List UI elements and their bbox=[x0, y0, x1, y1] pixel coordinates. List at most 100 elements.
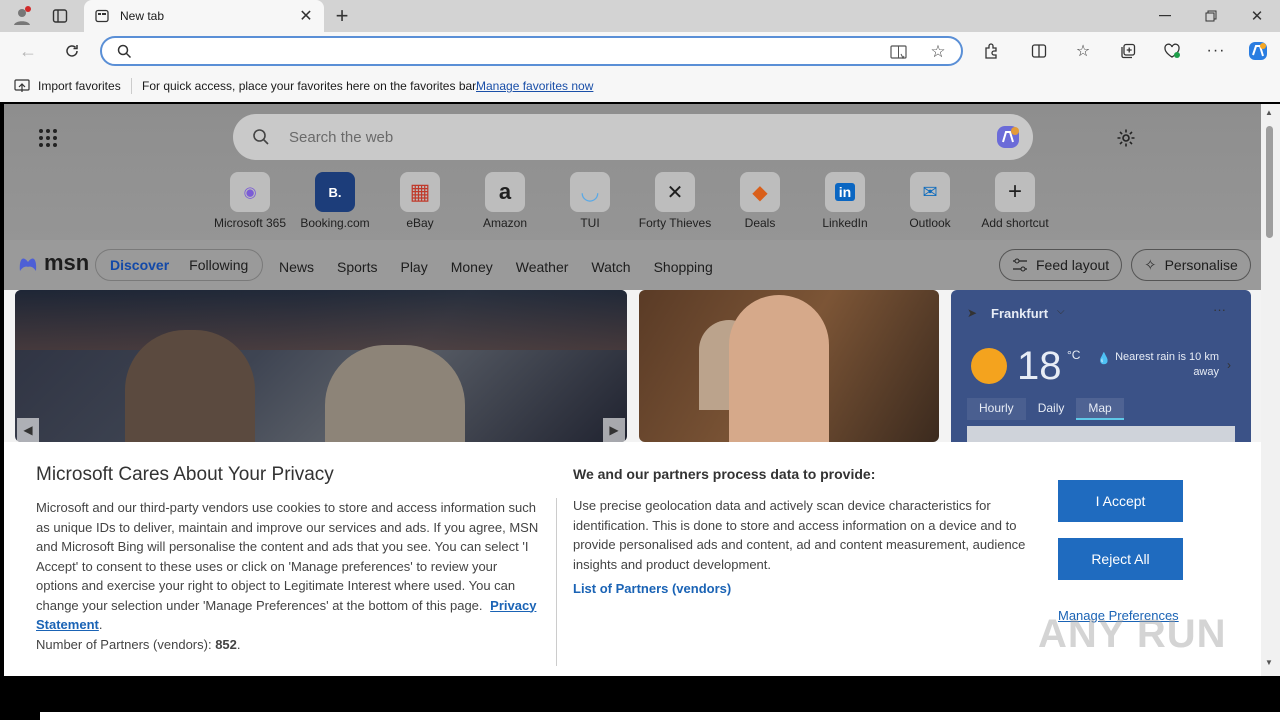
msn-logo[interactable]: msn bbox=[16, 250, 89, 276]
amazon-icon: a bbox=[485, 172, 525, 212]
scroll-down-icon[interactable]: ▼ bbox=[1265, 658, 1273, 667]
news-card-football[interactable]: ◀ ▶ bbox=[15, 290, 627, 442]
nav-shopping[interactable]: Shopping bbox=[654, 259, 713, 275]
quick-link-forty-thieves[interactable]: ✕ Forty Thieves bbox=[637, 172, 713, 230]
quick-link-microsoft-365[interactable]: ◉ Microsoft 365 bbox=[212, 172, 288, 230]
nav-sports[interactable]: Sports bbox=[337, 259, 377, 275]
web-search-box[interactable]: Search the web bbox=[233, 114, 1033, 160]
weather-more-icon[interactable]: ··· bbox=[1213, 302, 1226, 317]
privacy-right-body: Use precise geolocation data and activel… bbox=[573, 498, 1026, 572]
more-options-icon[interactable]: ··· bbox=[1205, 40, 1227, 62]
search-icon bbox=[116, 43, 132, 59]
quick-link-ebay[interactable]: ▦ eBay bbox=[382, 172, 458, 230]
quick-link-deals[interactable]: ◆ Deals bbox=[722, 172, 798, 230]
tab-strip: New tab ✕ + ✕ bbox=[0, 0, 1280, 32]
quick-link-linkedin[interactable]: in LinkedIn bbox=[807, 172, 883, 230]
back-icon[interactable]: ← bbox=[16, 40, 40, 62]
reject-all-button[interactable]: Reject All bbox=[1058, 538, 1183, 580]
close-tab-icon[interactable]: ✕ bbox=[298, 6, 314, 26]
linkedin-icon: in bbox=[825, 172, 865, 212]
quick-link-amazon[interactable]: a Amazon bbox=[467, 172, 543, 230]
scrollbar-thumb[interactable] bbox=[1266, 126, 1273, 238]
settings-gear-icon[interactable] bbox=[1114, 126, 1138, 150]
nav-weather[interactable]: Weather bbox=[516, 259, 569, 275]
new-tab-plus-icon[interactable]: + bbox=[330, 3, 354, 28]
nav-money[interactable]: Money bbox=[451, 259, 493, 275]
nav-news[interactable]: News bbox=[279, 259, 314, 275]
favbar-divider bbox=[131, 78, 132, 94]
tab-map[interactable]: Map bbox=[1076, 398, 1124, 420]
quick-links: ◉ Microsoft 365 B. Booking.com ▦ eBay a … bbox=[212, 172, 1053, 230]
msn-butterfly-icon bbox=[19, 258, 37, 271]
weather-next-icon[interactable]: › bbox=[1227, 358, 1231, 372]
add-shortcut-plus-icon: + bbox=[995, 172, 1035, 212]
nav-play[interactable]: Play bbox=[400, 259, 427, 275]
deals-tag-icon: ◆ bbox=[740, 172, 780, 212]
tab-discover[interactable]: Discover bbox=[100, 257, 179, 273]
manage-favorites-link[interactable]: Manage favorites now bbox=[476, 79, 593, 93]
carousel-prev-icon[interactable]: ◀ bbox=[17, 418, 39, 442]
carousel-next-icon[interactable]: ▶ bbox=[603, 418, 625, 442]
crossed-swords-icon: ✕ bbox=[655, 172, 695, 212]
list-of-partners-link[interactable]: List of Partners (vendors) bbox=[573, 581, 731, 596]
taskbar-strip bbox=[40, 712, 1280, 720]
partners-count-label: Number of Partners (vendors): bbox=[36, 636, 212, 652]
location-arrow-icon: ➤ bbox=[967, 306, 978, 320]
restore-icon[interactable] bbox=[1196, 6, 1226, 26]
collections-icon[interactable] bbox=[1117, 40, 1139, 62]
browser-essentials-icon[interactable] bbox=[1161, 40, 1183, 62]
sun-icon bbox=[971, 348, 1007, 384]
profile-avatar-icon[interactable] bbox=[10, 5, 34, 27]
nav-watch[interactable]: Watch bbox=[591, 259, 630, 275]
feed-layout-button[interactable]: Feed layout bbox=[999, 249, 1123, 281]
card-image-person-right bbox=[325, 345, 465, 442]
immersive-reader-icon[interactable] bbox=[888, 42, 908, 62]
tab-hourly[interactable]: Hourly bbox=[967, 398, 1026, 420]
weather-unit: °C bbox=[1067, 348, 1081, 362]
sliders-icon bbox=[1012, 258, 1028, 272]
weather-card[interactable]: ➤ Frankfurt ⌵ ··· 18 °C 💧 Nearest rain i… bbox=[951, 290, 1251, 450]
partners-count: 852 bbox=[215, 636, 237, 652]
feed-mode-toggle: Discover Following bbox=[95, 249, 264, 281]
tab-new-tab[interactable]: New tab ✕ bbox=[84, 0, 324, 32]
accept-button[interactable]: I Accept bbox=[1058, 480, 1183, 522]
copilot-search-icon[interactable] bbox=[993, 122, 1023, 152]
page-scrollbar[interactable]: ▲ ▼ bbox=[1261, 104, 1280, 676]
app-launcher-icon[interactable] bbox=[36, 126, 60, 150]
feed-category-nav: News Sports Play Money Weather Watch Sho… bbox=[279, 259, 713, 275]
card-image-stadium-lights bbox=[15, 290, 627, 350]
copilot-icon[interactable] bbox=[1246, 39, 1270, 63]
privacy-body: Microsoft and our third-party vendors us… bbox=[36, 500, 539, 652]
sparkle-star-icon: ✧ bbox=[1144, 257, 1157, 274]
new-tab-favicon-icon bbox=[94, 9, 110, 23]
hero-section: Search the web ◉ Microsoft 365 B. Bookin… bbox=[4, 104, 1261, 240]
refresh-icon[interactable] bbox=[60, 40, 84, 62]
quick-link-tui[interactable]: ◡ TUI bbox=[552, 172, 628, 230]
outlook-icon: ✉ bbox=[910, 172, 950, 212]
privacy-consent-banner: Microsoft Cares About Your Privacy Micro… bbox=[4, 442, 1261, 676]
quick-link-booking[interactable]: B. Booking.com bbox=[297, 172, 373, 230]
import-favorites-icon bbox=[14, 78, 30, 94]
weather-city[interactable]: Frankfurt bbox=[991, 306, 1048, 321]
quick-link-outlook[interactable]: ✉ Outlook bbox=[892, 172, 968, 230]
city-dropdown-chevron-icon[interactable]: ⌵ bbox=[1057, 306, 1065, 317]
tab-following[interactable]: Following bbox=[179, 257, 258, 273]
microsoft-365-icon: ◉ bbox=[230, 172, 270, 212]
feed-nav-bar: msn Discover Following News Sports Play … bbox=[4, 240, 1261, 290]
minimize-icon[interactable] bbox=[1150, 6, 1180, 26]
extensions-icon[interactable] bbox=[980, 40, 1002, 62]
anyrun-watermark: ANY RUN bbox=[1038, 612, 1227, 656]
weather-temperature: 18 bbox=[1017, 344, 1062, 388]
address-bar[interactable]: ☆ bbox=[100, 36, 963, 66]
favorites-icon[interactable]: ☆ bbox=[1072, 40, 1094, 62]
favorite-star-icon[interactable]: ☆ bbox=[928, 42, 948, 62]
split-screen-icon[interactable] bbox=[1028, 40, 1050, 62]
close-window-icon[interactable]: ✕ bbox=[1242, 6, 1272, 26]
import-favorites-button[interactable]: Import favorites bbox=[38, 79, 121, 93]
personalise-button[interactable]: ✧ Personalise bbox=[1131, 249, 1251, 281]
tab-actions-icon[interactable] bbox=[50, 6, 70, 26]
quick-link-add-shortcut[interactable]: + Add shortcut bbox=[977, 172, 1053, 230]
news-card-family[interactable] bbox=[639, 290, 939, 442]
tab-daily[interactable]: Daily bbox=[1026, 398, 1077, 420]
scroll-up-icon[interactable]: ▲ bbox=[1265, 108, 1273, 117]
